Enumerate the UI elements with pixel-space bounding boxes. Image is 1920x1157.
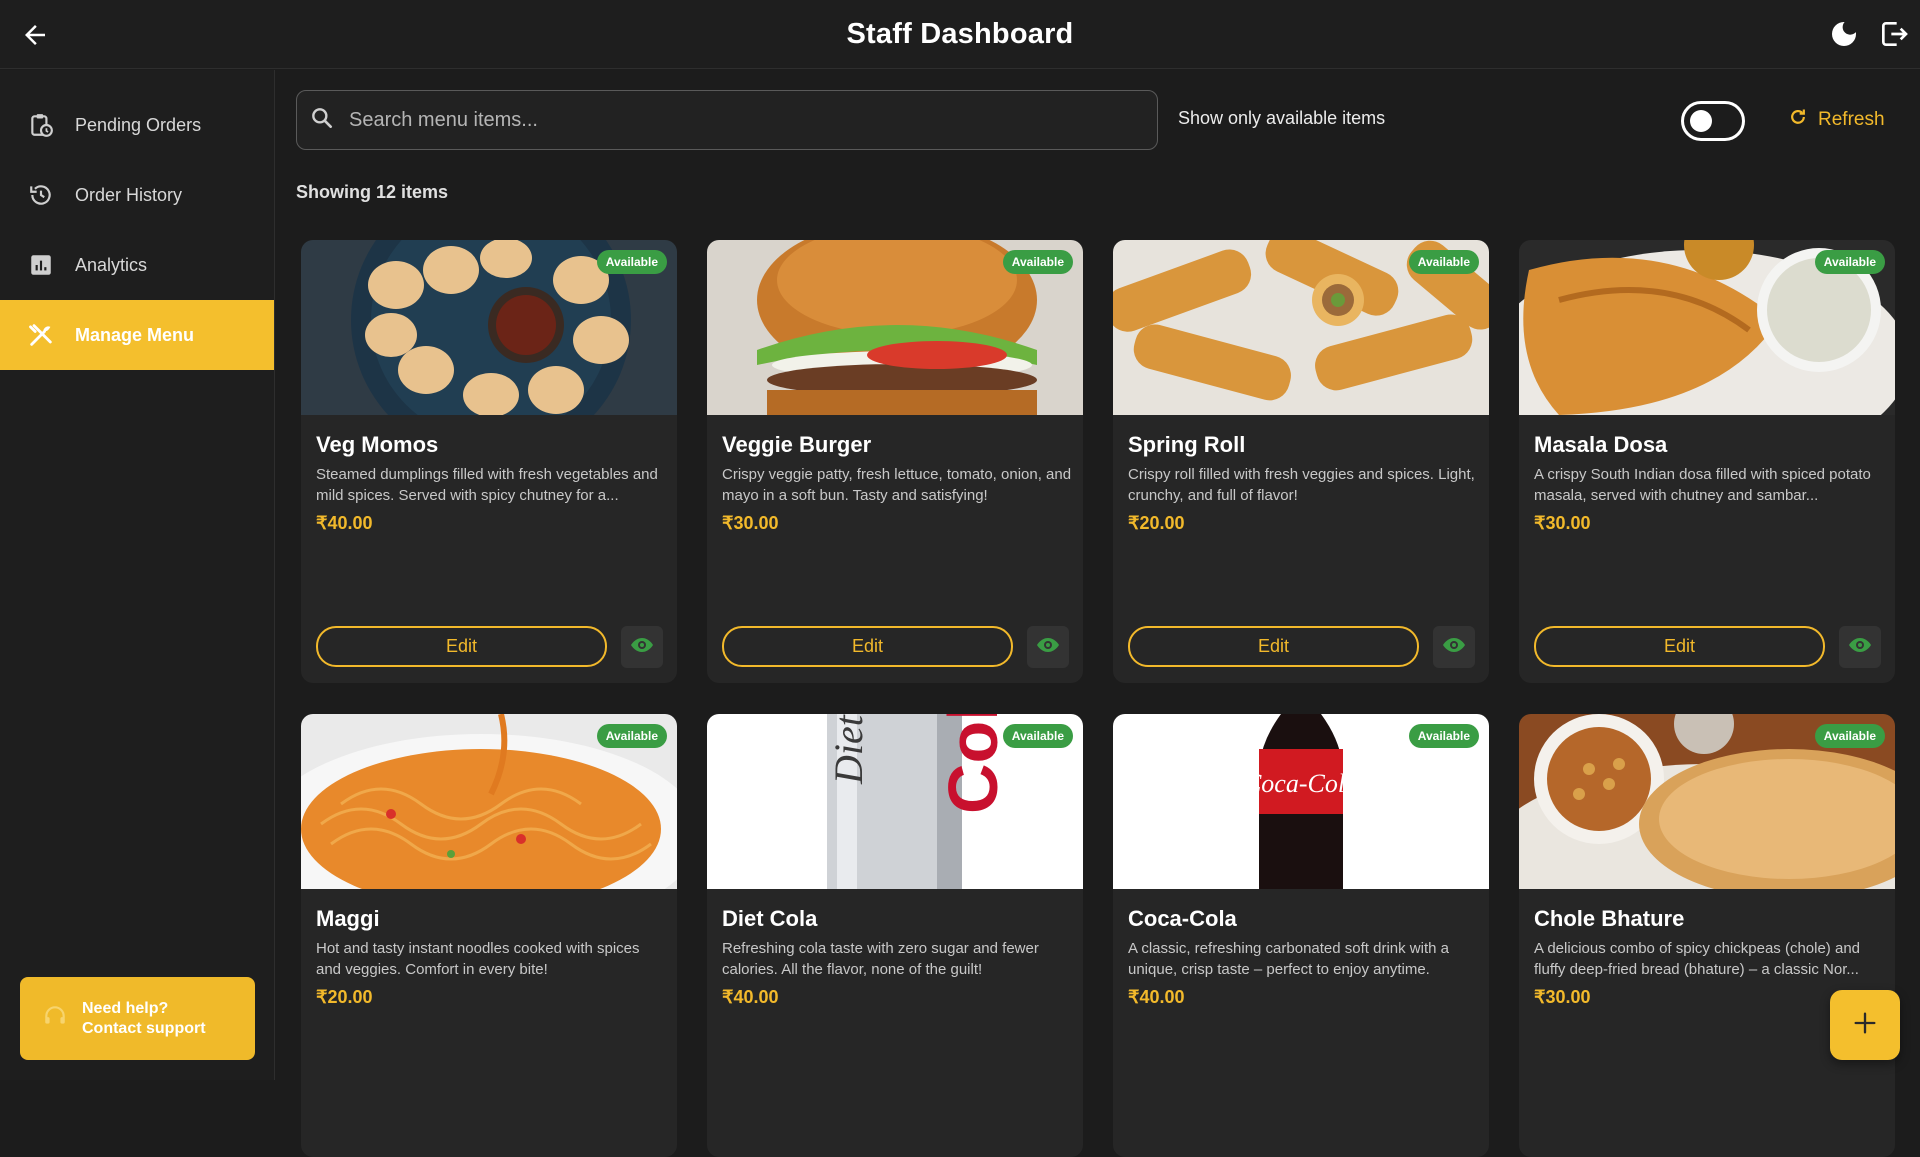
bottle-label-text: Coca-Cola	[1244, 769, 1358, 798]
eye-icon	[1442, 633, 1466, 662]
add-menu-item-button[interactable]	[1830, 990, 1900, 1060]
available-only-toggle[interactable]	[1681, 101, 1745, 141]
eye-icon	[1848, 633, 1872, 662]
sidebar-item-manage-menu[interactable]: Manage Menu	[0, 300, 274, 370]
support-label: Need help? Contact support	[82, 999, 206, 1037]
item-description: A crispy South Indian dosa filled with s…	[1534, 466, 1871, 504]
sidebar-item-order-history[interactable]: Order History	[0, 160, 274, 230]
menu-card: Diet Coke Available Diet Cola Refreshing…	[707, 714, 1083, 1157]
sidebar-item-label: Order History	[75, 184, 183, 205]
sidebar-item-analytics[interactable]: Analytics	[0, 230, 274, 300]
edit-button[interactable]: Edit	[1534, 626, 1825, 667]
item-description: Crispy roll filled with fresh veggies an…	[1128, 466, 1475, 504]
edit-button[interactable]: Edit	[316, 626, 607, 667]
refresh-icon	[1788, 107, 1808, 133]
status-badge: Available	[1002, 250, 1073, 274]
clipboard-clock-icon	[27, 111, 55, 139]
item-price: ₹30.00	[1534, 513, 1591, 533]
item-name: Veg Momos	[316, 432, 439, 457]
menu-card: Available Veg Momos Steamed dumplings fi…	[301, 240, 677, 683]
status-badge: Available	[1002, 724, 1073, 748]
page-title: Staff Dashboard	[846, 17, 1074, 50]
menu-card: Coca-Cola Available Coca-Cola A classic,…	[1113, 714, 1489, 1157]
sidebar-item-label: Manage Menu	[75, 324, 195, 345]
status-badge: Available	[596, 724, 667, 748]
can-text-diet: Diet	[826, 714, 871, 785]
eye-icon	[1036, 633, 1060, 662]
available-toggle-label: Show only available items	[1178, 108, 1386, 128]
item-name: Chole Bhature	[1534, 906, 1685, 931]
status-badge: Available	[1814, 724, 1885, 748]
back-arrow-icon[interactable]	[20, 20, 50, 50]
item-price: ₹40.00	[722, 987, 779, 1007]
item-description: Refreshing cola taste with zero sugar an…	[722, 940, 1039, 978]
toggle-knob	[1690, 110, 1712, 132]
item-description: Crispy veggie patty, fresh lettuce, toma…	[722, 466, 1072, 504]
item-name: Masala Dosa	[1534, 432, 1668, 457]
visibility-toggle[interactable]	[1433, 626, 1475, 668]
item-price: ₹30.00	[1534, 987, 1591, 1007]
plus-icon	[1851, 1009, 1879, 1042]
visibility-toggle[interactable]	[621, 626, 663, 668]
search-box	[296, 90, 1158, 150]
dark-mode-moon-icon[interactable]	[1828, 18, 1860, 50]
refresh-label: Refresh	[1818, 109, 1885, 130]
menu-card: Available Masala Dosa A crispy South Ind…	[1519, 240, 1895, 683]
status-badge: Available	[1408, 724, 1479, 748]
item-name: Spring Roll	[1128, 432, 1246, 457]
item-description: Steamed dumplings filled with fresh vege…	[316, 466, 658, 504]
edit-button[interactable]: Edit	[722, 626, 1013, 667]
menu-card: Available Spring Roll Crispy roll filled…	[1113, 240, 1489, 683]
item-name: Coca-Cola	[1128, 906, 1237, 931]
item-name: Maggi	[316, 906, 380, 931]
status-badge: Available	[1814, 250, 1885, 274]
logout-icon[interactable]	[1878, 18, 1910, 50]
sidebar: Pending Orders Order History Analytics M…	[0, 70, 275, 1080]
history-icon	[27, 181, 55, 209]
sidebar-item-label: Analytics	[75, 254, 148, 275]
bar-chart-icon	[27, 251, 55, 279]
menu-card: Available Maggi Hot and tasty instant no…	[301, 714, 677, 1157]
search-input[interactable]	[349, 108, 1129, 132]
item-price: ₹20.00	[1128, 513, 1185, 533]
status-badge: Available	[1408, 250, 1479, 274]
menu-card: Available Veggie Burger Crispy veggie pa…	[707, 240, 1083, 683]
refresh-button[interactable]: Refresh	[1788, 100, 1885, 140]
menu-card: Available Chole Bhature A delicious comb…	[1519, 714, 1895, 1157]
items-count: Showing 12 items	[296, 182, 449, 202]
item-price: ₹20.00	[316, 987, 373, 1007]
menu-toolbar: Show only available items Refresh	[276, 70, 1920, 170]
item-price: ₹40.00	[316, 513, 373, 533]
headset-icon	[42, 1003, 68, 1034]
status-badge: Available	[596, 250, 667, 274]
eye-icon	[630, 633, 654, 662]
item-description: A classic, refreshing carbonated soft dr…	[1128, 940, 1449, 978]
support-button[interactable]: Need help? Contact support	[20, 977, 255, 1060]
item-description: Hot and tasty instant noodles cooked wit…	[316, 940, 640, 978]
sidebar-item-pending-orders[interactable]: Pending Orders	[0, 90, 274, 160]
visibility-toggle[interactable]	[1839, 626, 1881, 668]
edit-button[interactable]: Edit	[1128, 626, 1419, 667]
app-header: Staff Dashboard	[0, 0, 1920, 69]
item-name: Diet Cola	[722, 906, 818, 931]
sidebar-item-label: Pending Orders	[75, 114, 202, 135]
item-description: A delicious combo of spicy chickpeas (ch…	[1534, 940, 1861, 978]
item-price: ₹30.00	[722, 513, 779, 533]
utensils-icon	[27, 321, 55, 349]
search-icon	[309, 105, 335, 136]
item-name: Veggie Burger	[722, 432, 872, 457]
visibility-toggle[interactable]	[1027, 626, 1069, 668]
can-text-coke: Coke	[934, 714, 1012, 814]
item-price: ₹40.00	[1128, 987, 1185, 1007]
